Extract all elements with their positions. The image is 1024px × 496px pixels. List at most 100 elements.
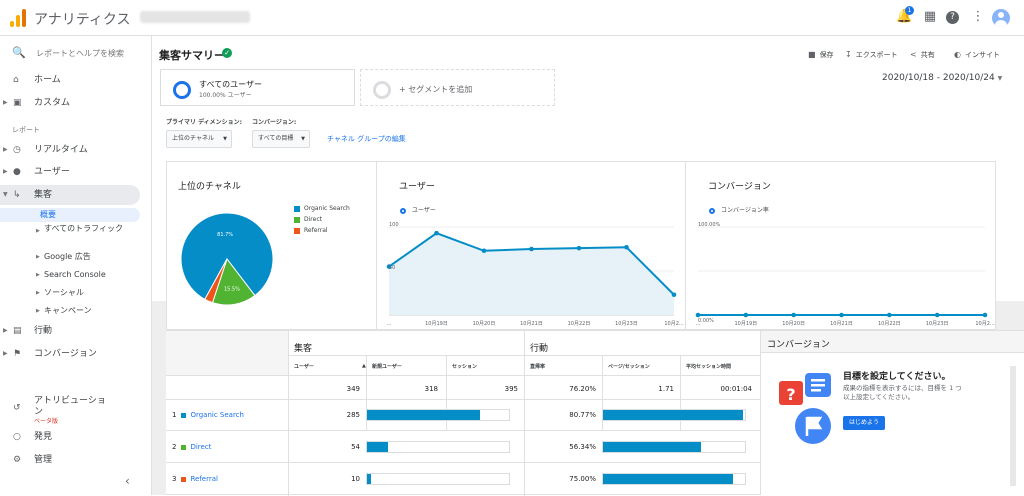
home-icon: ⌂ xyxy=(13,75,19,85)
col-pages-per-session[interactable]: ページ/セッション xyxy=(608,363,650,370)
total-bounce-rate: 76.20% xyxy=(569,385,596,393)
sidebar-item-conversion[interactable]: ▶ ⚑ コンバージョン xyxy=(0,344,140,364)
total-avg-duration: 00:01:04 xyxy=(720,385,752,393)
svg-text:?: ? xyxy=(786,385,795,404)
bounce-bar xyxy=(602,409,746,421)
bounce-bar xyxy=(602,441,746,453)
users-point[interactable] xyxy=(434,230,439,236)
top-bar: アナリティクス 🔔 1 ▦ ? ⋮ xyxy=(0,0,1024,36)
conversion-point[interactable] xyxy=(839,312,844,318)
app-title: アナリティクス xyxy=(34,12,131,28)
date-range-picker[interactable]: 2020/10/18 - 2020/10/24 ▼ xyxy=(882,73,1002,83)
chevron-right-icon: ▶ xyxy=(36,272,40,278)
account-selector[interactable] xyxy=(140,11,250,23)
share-button[interactable]: < 共有 xyxy=(910,50,935,60)
add-segment-button[interactable]: + セグメントを追加 xyxy=(360,69,555,106)
col-bounce-rate[interactable]: 直帰率 xyxy=(530,363,545,370)
sidebar-item-admin[interactable]: ⚙ 管理 xyxy=(0,450,140,470)
lightbulb-icon: ○ xyxy=(13,432,21,442)
sidebar-item-users[interactable]: ▶ ● ユーザー xyxy=(0,162,140,182)
collapse-sidebar-icon[interactable]: ‹ xyxy=(125,474,130,488)
sidebar-item-custom[interactable]: ▶ ▣ カスタム xyxy=(0,93,140,113)
x-tick-label: 10月22日 xyxy=(568,321,591,327)
verified-check-icon: ✓ xyxy=(222,48,232,58)
search-input[interactable]: レポートとヘルプを検索 xyxy=(36,48,124,59)
dimension-select[interactable]: 上位のチャネル ▼ xyxy=(166,130,232,148)
table-row[interactable]: 2 Direct 54 56.34% xyxy=(166,431,760,463)
col-sessions[interactable]: セッション xyxy=(452,363,477,370)
users-point[interactable] xyxy=(671,292,677,298)
chevron-down-icon: ▼ xyxy=(3,191,8,198)
x-tick-label: 10月20日 xyxy=(473,321,496,327)
goal-select[interactable]: すべての目標 ▼ xyxy=(252,130,310,148)
users-bar-fill xyxy=(367,442,389,452)
search-icon[interactable]: 🔍 xyxy=(12,46,26,59)
conversion-line-chart: 100.00% 0.00%... 10月19日 10月20日 10月21日 10月22日 1… xyxy=(695,222,995,327)
sidebar-sub-overview[interactable]: 概要 xyxy=(0,208,140,222)
sidebar-item-attribution[interactable]: ↺ アトリビューション xyxy=(0,396,140,420)
avatar[interactable] xyxy=(992,9,1010,27)
sidebar-item-acquisition[interactable]: ▼ ↳ 集客 xyxy=(0,185,140,205)
chevron-right-icon: ▶ xyxy=(3,146,8,153)
insights-button[interactable]: ◐ インサイト xyxy=(954,50,1000,60)
apps-grid-icon[interactable]: ▦ xyxy=(922,9,938,25)
conversion-point[interactable] xyxy=(743,312,749,318)
chevron-right-icon: ▶ xyxy=(3,327,8,334)
save-button[interactable]: ■ 保存 xyxy=(808,50,834,60)
behavior-group-header: 行動 xyxy=(530,344,549,354)
dropdown-arrow-icon: ▼ xyxy=(997,75,1003,82)
chevron-right-icon: ▶ xyxy=(3,99,8,106)
export-button[interactable]: ↧ エクスポート xyxy=(845,50,898,60)
bounce-bar xyxy=(602,473,746,485)
table-row[interactable]: 1 Organic Search 285 80.77% xyxy=(166,399,760,431)
segment-all-users[interactable]: すべてのユーザー 100.00% ユーザー xyxy=(160,69,355,106)
chevron-right-icon: ▶ xyxy=(3,168,8,175)
conversion-point[interactable] xyxy=(791,312,796,318)
bounce-bar-fill xyxy=(603,442,701,452)
dropdown-arrow-icon: ▼ xyxy=(301,136,305,142)
col-avg-session-duration[interactable]: 平均セッション時間 xyxy=(686,363,756,371)
row-channel-name: Referral xyxy=(190,475,218,483)
row-channel-link[interactable]: 3 Referral xyxy=(172,475,218,483)
users-point[interactable] xyxy=(529,246,534,252)
sidebar-item-realtime[interactable]: ▶ ◷ リアルタイム xyxy=(0,140,140,160)
col-new-users[interactable]: 新規ユーザー xyxy=(372,363,402,370)
users-point[interactable] xyxy=(576,245,582,251)
conversion-legend: コンバージョン率 xyxy=(709,205,769,214)
users-line-chart: 100 50... 10月19日 10月20日 10月21日 10月22日 10月23日 10… xyxy=(387,222,684,327)
users-point[interactable] xyxy=(481,248,487,254)
sidebar-item-discover[interactable]: ○ 発見 xyxy=(0,427,140,447)
users-point[interactable] xyxy=(624,244,629,250)
dropdown-arrow-icon: ▼ xyxy=(223,136,227,142)
beta-badge: ベータ版 xyxy=(34,418,59,425)
sidebar-item-home[interactable]: ⌂ ホーム xyxy=(0,70,140,90)
analytics-logo[interactable] xyxy=(10,9,26,27)
conversion-point[interactable] xyxy=(982,312,988,318)
edit-channel-group-link[interactable]: チャネル グループの編集 xyxy=(327,134,406,144)
sidebar-sub-all-traffic[interactable]: ▶ すべてのトラフィック xyxy=(0,224,140,246)
y-tick-label: 0.00% xyxy=(698,318,714,324)
chevron-right-icon: ▶ xyxy=(36,308,40,314)
sidebar-item-behavior[interactable]: ▶ ▤ 行動 xyxy=(0,321,140,341)
conversion-point[interactable] xyxy=(887,312,892,318)
help-icon[interactable]: ? xyxy=(946,11,959,24)
total-sessions: 395 xyxy=(504,385,518,393)
share-icon: < xyxy=(910,50,917,59)
scrollbar[interactable] xyxy=(1010,366,1016,486)
goal-description: 成果の指標を表示するには、目標を 1 つ以上設定してください。 xyxy=(843,384,962,401)
row-channel-link[interactable]: 2 Direct xyxy=(172,443,211,451)
x-tick-label: 10月2... xyxy=(975,321,995,327)
main-content: 集客サマリー ✓ ■ 保存 ↧ エクスポート < 共有 ◐ インサイト すべてのユーザー… xyxy=(152,36,1024,496)
col-users[interactable]: ユーザー ▲ xyxy=(294,363,366,370)
conversion-point[interactable] xyxy=(695,312,701,318)
get-started-button[interactable]: はじめよう xyxy=(843,416,885,430)
more-vert-icon[interactable]: ⋮ xyxy=(970,9,986,25)
table-row[interactable]: 3 Referral 10 75.00% xyxy=(166,463,760,495)
conversion-group-header: コンバージョン xyxy=(767,340,830,350)
clock-icon: ◷ xyxy=(13,145,21,155)
row-channel-name: Organic Search xyxy=(190,411,244,419)
row-bounce-value: 80.77% xyxy=(569,411,596,419)
row-channel-link[interactable]: 1 Organic Search xyxy=(172,411,244,419)
conversion-point[interactable] xyxy=(934,312,940,318)
y-tick-label: 100 xyxy=(389,222,399,228)
